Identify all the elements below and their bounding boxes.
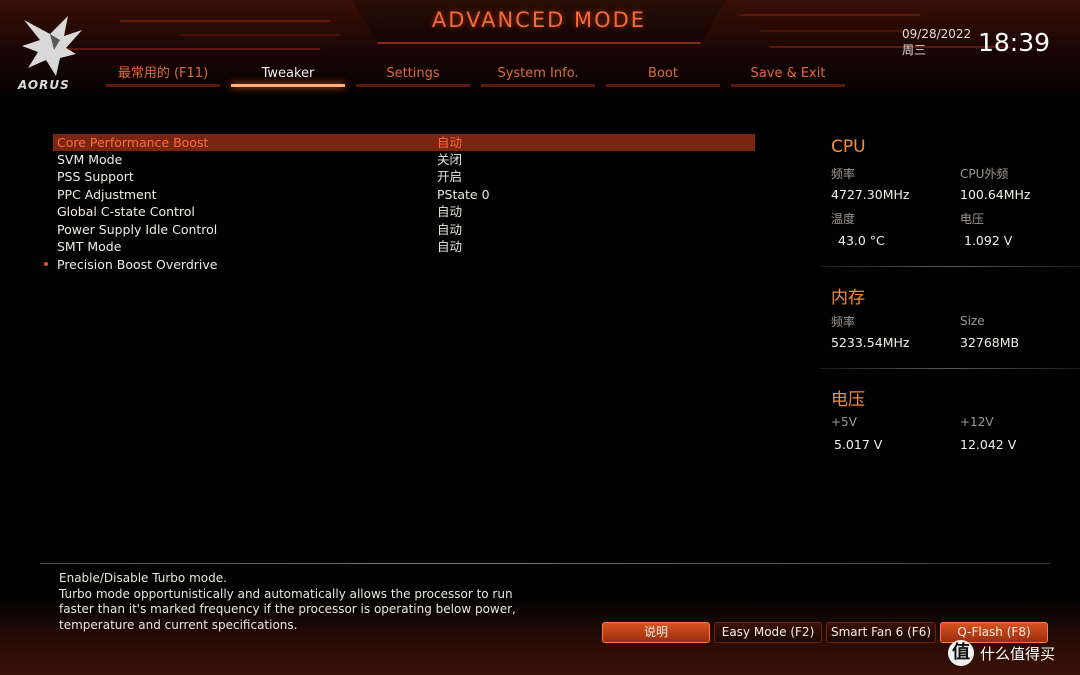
setting-value: 关闭 [437,152,463,167]
submenu-precision-boost-overdrive[interactable]: Precision Boost Overdrive [44,256,755,273]
section-divider [820,266,1080,267]
memory-size-value: 32768MB [960,335,1020,350]
setting-power-supply-idle-control[interactable]: Power Supply Idle Control 自动 [53,221,755,238]
submenu-bullet-icon [44,262,48,266]
date-display: 09/28/2022 [902,27,972,41]
help-line: temperature and current specifications. [59,617,298,632]
tab-system-info[interactable]: System Info. [481,65,595,87]
voltage-section-title: 电压 [831,390,865,410]
cpu-section-title: CPU [831,137,866,157]
cpu-volt-value: 1.092 V [964,233,1013,248]
section-divider [820,368,1080,369]
setting-name: PPC Adjustment [57,187,157,202]
setting-value: 自动 [437,239,463,254]
help-line: faster than it's marked frequency if the… [59,602,516,617]
setting-pss-support[interactable]: PSS Support 开启 [53,168,755,185]
help-text-area: Enable/Disable Turbo mode. Turbo mode op… [59,571,579,633]
setting-name: Precision Boost Overdrive [57,257,218,272]
hardware-monitor-panel: CPU 频率 CPU外频 4727.30MHz 100.64MHz 温度 电压 … [820,130,1080,460]
cpu-temp-value: 43.0 °C [838,233,885,248]
tab-label: Save & Exit [750,66,826,81]
weekday-display: 周三 [902,43,927,57]
tab-save-exit[interactable]: Save & Exit [731,65,845,87]
voltage-12v-value: 12.042 V [960,437,1017,452]
cpu-freq-value: 4727.30MHz [831,187,910,202]
tab-bar: 最常用的 (F11) Tweaker Settings System Info.… [0,62,1080,92]
setting-global-cstate-control[interactable]: Global C-state Control 自动 [53,203,755,220]
help-divider [40,563,1050,564]
tab-favorites[interactable]: 最常用的 (F11) [106,65,220,87]
tab-tweaker[interactable]: Tweaker [231,65,345,87]
setting-value: 自动 [437,222,463,237]
tab-label: System Info. [497,66,579,81]
voltage-5v-label: +5V [831,415,857,429]
tab-label: 最常用的 (F11) [117,66,209,81]
cpu-bclk-value: 100.64MHz [960,187,1031,202]
setting-ppc-adjustment[interactable]: PPC Adjustment PState 0 [53,186,755,203]
setting-value: 自动 [437,135,463,150]
setting-name: SVM Mode [57,152,123,167]
cpu-volt-label: 电压 [960,212,985,226]
tab-settings[interactable]: Settings [356,65,470,87]
memory-section-title: 内存 [831,288,865,308]
help-line: Enable/Disable Turbo mode. [59,571,227,585]
time-display: 18:39 [978,28,1051,57]
setting-svm-mode[interactable]: SVM Mode 关闭 [53,151,755,168]
setting-name: Power Supply Idle Control [57,222,218,237]
help-line: Turbo mode opportunistically and automat… [59,586,513,601]
easy-mode-button[interactable]: Easy Mode (F2) [714,622,822,643]
watermark-badge-icon: 值 [948,640,974,666]
setting-name: Global C-state Control [57,204,195,219]
help-button[interactable]: 说明 [602,622,710,643]
cpu-freq-label: 频率 [831,167,856,181]
memory-freq-label: 频率 [831,315,856,329]
setting-value: 开启 [437,169,463,184]
voltage-12v-label: +12V [960,415,994,429]
setting-name: Core Performance Boost [57,135,209,150]
setting-core-performance-boost[interactable]: Core Performance Boost 自动 [53,134,755,151]
page-title: ADVANCED MODE [431,8,647,32]
tab-label: Boot [648,66,678,81]
tab-label: Settings [386,66,440,81]
tab-label: Tweaker [261,66,315,81]
voltage-5v-value: 5.017 V [834,437,883,452]
memory-freq-value: 5233.54MHz [831,335,910,350]
tab-boot[interactable]: Boot [606,65,720,87]
setting-smt-mode[interactable]: SMT Mode 自动 [53,238,755,255]
setting-name: SMT Mode [57,239,122,254]
cpu-temp-label: 温度 [831,212,856,226]
cpu-bclk-label: CPU外频 [960,167,1009,181]
watermark-text: 什么值得买 [980,645,1056,663]
setting-value: PState 0 [437,187,490,202]
setting-value: 自动 [437,204,463,219]
smart-fan-button[interactable]: Smart Fan 6 (F6) [826,622,936,643]
setting-name: PSS Support [57,169,134,184]
memory-size-label: Size [960,314,985,328]
